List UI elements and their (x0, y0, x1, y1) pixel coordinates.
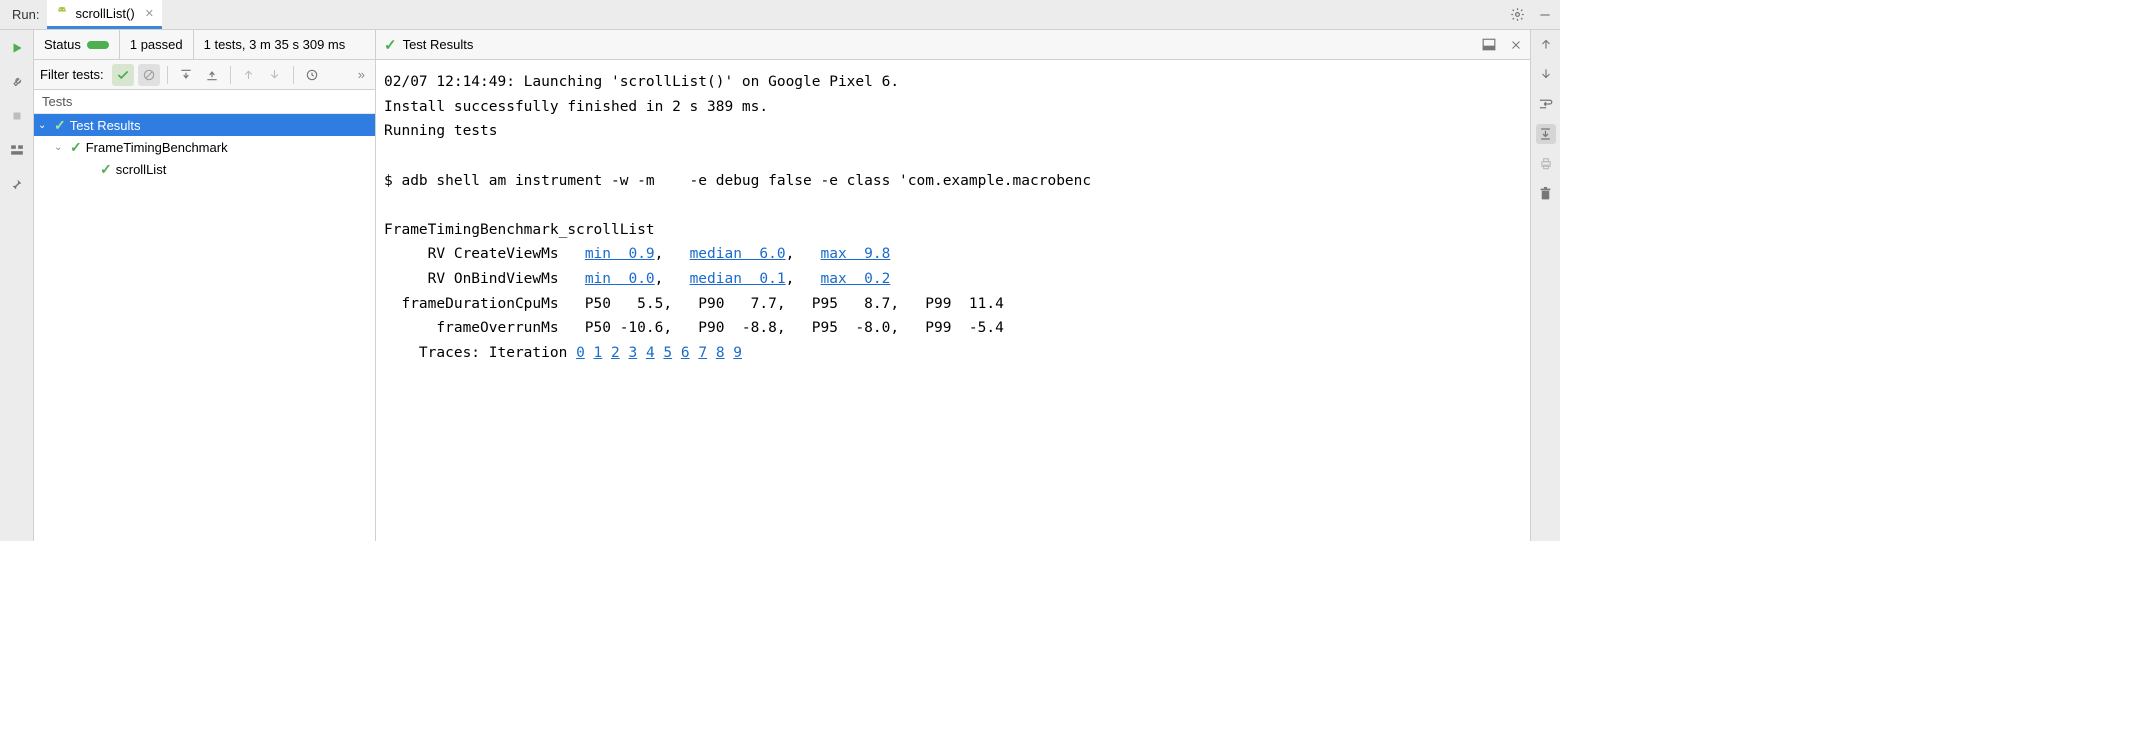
run-tabbar: Run: scrollList() ✕ (0, 0, 1560, 30)
trash-icon[interactable] (1536, 184, 1556, 204)
console-line: Install successfully finished in 2 s 389… (384, 99, 768, 115)
android-icon (55, 6, 69, 20)
metric-link[interactable]: min 0.9 (585, 246, 655, 262)
tree-root-label: Test Results (70, 118, 141, 133)
tests-panel: Status 1 passed 1 tests, 3 m 35 s 309 ms… (34, 30, 376, 541)
tests-header: Tests (34, 90, 375, 114)
trace-link[interactable]: 0 (576, 345, 585, 361)
trace-link[interactable]: 9 (733, 345, 742, 361)
minimize-icon[interactable] (1534, 4, 1556, 26)
summary-cell: 1 tests, 3 m 35 s 309 ms (194, 30, 375, 59)
metric-link[interactable]: median 0.1 (690, 271, 786, 287)
stop-icon[interactable] (7, 106, 27, 126)
tree-test-label: scrollList (116, 162, 167, 177)
trace-link[interactable]: 6 (681, 345, 690, 361)
console-line: 02/07 12:14:49: Launching 'scrollList()'… (384, 74, 899, 90)
breadcrumb: ✓ Test Results (376, 30, 1530, 60)
pin-icon[interactable] (7, 174, 27, 194)
trace-link[interactable]: 3 (628, 345, 637, 361)
collapse-all-icon[interactable] (201, 64, 223, 86)
traces-label: Traces: Iteration (419, 345, 567, 361)
trace-link[interactable]: 8 (716, 345, 725, 361)
tree-root[interactable]: ⌄ ✓ Test Results (34, 114, 375, 136)
run-icon[interactable] (7, 38, 27, 58)
summary-label: 1 tests, 3 m 35 s 309 ms (204, 37, 346, 52)
left-gutter (0, 30, 34, 541)
history-icon[interactable] (301, 64, 323, 86)
print-icon[interactable] (1536, 154, 1556, 174)
trace-link[interactable]: 5 (663, 345, 672, 361)
passed-cell: 1 passed (120, 30, 194, 59)
prev-fail-icon[interactable] (238, 64, 260, 86)
expand-all-icon[interactable] (175, 64, 197, 86)
gear-icon[interactable] (1506, 4, 1528, 26)
console-line: Running tests (384, 123, 498, 139)
metric-link[interactable]: max 9.8 (821, 246, 891, 262)
wrench-icon[interactable] (7, 72, 27, 92)
filter-row: Filter tests: (34, 60, 375, 90)
layout-icon[interactable] (7, 140, 27, 160)
run-label: Run: (4, 7, 47, 22)
metric-link[interactable]: median 6.0 (690, 246, 786, 262)
show-ignored-icon[interactable] (138, 64, 160, 86)
console-output[interactable]: 02/07 12:14:49: Launching 'scrollList()'… (376, 60, 1530, 541)
chevron-down-icon: ⌄ (54, 142, 66, 153)
soft-wrap-icon[interactable] (1536, 94, 1556, 114)
crumb-label: Test Results (403, 37, 474, 52)
trace-link[interactable]: 4 (646, 345, 655, 361)
passed-label: 1 passed (130, 37, 183, 52)
close-panel-icon[interactable] (1510, 39, 1522, 51)
chevron-down-icon: ⌄ (38, 120, 50, 131)
status-label: Status (44, 37, 81, 52)
show-passed-icon[interactable] (112, 64, 134, 86)
next-fail-icon[interactable] (264, 64, 286, 86)
trace-link[interactable]: 7 (698, 345, 707, 361)
more-filters-icon[interactable]: » (354, 67, 369, 82)
scroll-to-end-icon[interactable] (1536, 124, 1556, 144)
tab-label: scrollList() (75, 6, 134, 21)
check-icon: ✓ (384, 36, 397, 54)
right-gutter (1530, 30, 1560, 541)
layout-toggle-icon[interactable] (1482, 38, 1496, 51)
tests-tree: ⌄ ✓ Test Results ⌄ ✓ FrameTimingBenchmar… (34, 114, 375, 541)
scroll-down-icon[interactable] (1536, 64, 1556, 84)
check-icon: ✓ (100, 161, 112, 178)
console-line: FrameTimingBenchmark_scrollList (384, 222, 655, 238)
check-icon: ✓ (70, 139, 82, 156)
filter-label: Filter tests: (40, 67, 104, 82)
console-line: $ adb shell am instrument -w -m -e debug… (384, 173, 1091, 189)
run-tab-scrolllist[interactable]: scrollList() ✕ (47, 0, 161, 29)
console-line: frameOverrunMs P50 -10.6, P90 -8.8, P95 … (384, 320, 1004, 336)
check-icon: ✓ (54, 117, 66, 134)
tree-test[interactable]: ✓ scrollList (34, 158, 375, 180)
status-pill-icon (87, 41, 109, 49)
tests-header-label: Tests (42, 94, 72, 109)
metric-label: RV CreateViewMs (428, 246, 559, 262)
scroll-up-icon[interactable] (1536, 34, 1556, 54)
close-icon[interactable]: ✕ (145, 7, 154, 20)
trace-link[interactable]: 2 (611, 345, 620, 361)
metric-link[interactable]: max 0.2 (821, 271, 891, 287)
trace-link[interactable]: 1 (594, 345, 603, 361)
tree-suite[interactable]: ⌄ ✓ FrameTimingBenchmark (34, 136, 375, 158)
status-row: Status 1 passed 1 tests, 3 m 35 s 309 ms (34, 30, 375, 60)
status-cell: Status (34, 30, 120, 59)
tree-suite-label: FrameTimingBenchmark (86, 140, 228, 155)
metric-link[interactable]: min 0.0 (585, 271, 655, 287)
metric-label: RV OnBindViewMs (428, 271, 559, 287)
console-line: frameDurationCpuMs P50 5.5, P90 7.7, P95… (384, 296, 1004, 312)
